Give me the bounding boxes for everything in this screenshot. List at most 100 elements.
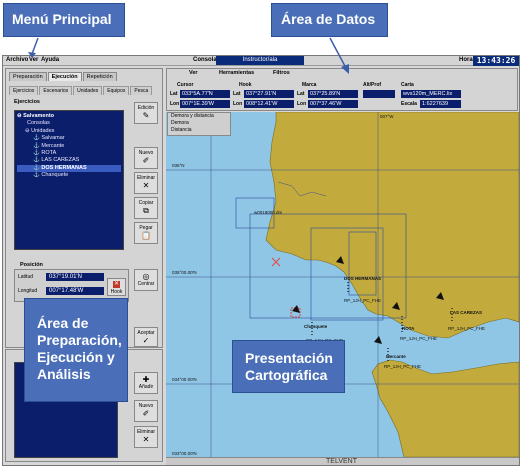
track-label: RP_1JH_PC_FHE (448, 326, 485, 331)
tree-item-label: ROTA (41, 150, 57, 157)
callout-prep-line: Análisis (37, 366, 91, 382)
hook-lon-field: 008°12.41'W (244, 100, 294, 108)
latitude-field[interactable]: 037°19.01'N (46, 273, 104, 281)
callout-presentacion-line: Presentación (245, 350, 333, 366)
pencil-icon: ✎ (142, 111, 150, 120)
mark-lon-label: Lon (297, 101, 307, 107)
tab-preparacion[interactable]: Preparación (9, 72, 47, 81)
hook-button-label: Hook (110, 289, 123, 295)
tree-item[interactable]: ⚓ Salvamar (17, 135, 121, 142)
tab-filtros[interactable]: Filtros (273, 70, 290, 76)
bearing-distance-title: Demora y distancia (171, 113, 214, 119)
callout-area-datos: Área de Datos (271, 3, 388, 37)
new-icon: ✐ (142, 409, 150, 418)
subtab-pesca[interactable]: Pesca (130, 86, 153, 95)
console-label: Consola (193, 57, 217, 63)
chart-display[interactable]: 036°N 035°00.00'N 034°00.00'N 033°00.00'… (166, 112, 519, 457)
delete-button[interactable]: Eliminar ✕ (134, 172, 158, 194)
callout-prep-line: Ejecución y (37, 349, 115, 365)
status-bar: TELVENT (166, 457, 519, 465)
brand-label: TELVENT (326, 458, 357, 465)
unit-name-label: LAS CAREZAS (450, 310, 482, 315)
ship-icon: ⚓ (33, 150, 40, 157)
cursor-lon-label: Lon (170, 101, 180, 107)
mark-lat-field: 037°25.89'N (308, 90, 358, 98)
close-icon: ✕ (113, 281, 120, 288)
hook-lat-field: 037°27.91'N (244, 90, 294, 98)
mark-label: Marca (302, 82, 317, 88)
accept-button[interactable]: Aceptar ✓ (134, 327, 158, 347)
tree-item[interactable]: ⚓ LAS CAREZAS (17, 157, 121, 164)
arrow-icon (329, 37, 349, 74)
paste-button[interactable]: Pegar 📋 (134, 222, 158, 244)
copy-button[interactable]: Copiar ⧉ (134, 197, 158, 219)
callout-presentacion: Presentación Cartográfica (232, 340, 345, 393)
longitude-field[interactable]: 007°17.48'W (46, 287, 104, 295)
ship-icon: ⚓ (33, 142, 40, 149)
subtab-unidades[interactable]: Unidades (73, 86, 103, 95)
application-window: Archivo Ver Ayuda Consola Instructor/ala… (2, 55, 520, 466)
subtab-ejercicios[interactable]: Ejercicios (9, 86, 39, 95)
callout-presentacion-line: Cartográfica (245, 367, 328, 383)
nautical-chart[interactable]: 036°N 035°00.00'N 034°00.00'N 033°00.00'… (166, 112, 519, 457)
lat-label: 034°00.00'N (172, 377, 197, 382)
unit-name-label: ROTA (402, 326, 415, 331)
callout-menu-principal-text: Menú Principal (12, 11, 112, 27)
hook-data-label: Hook (239, 82, 252, 88)
exercises-group-label: Ejercicios (14, 99, 40, 105)
bearing-label: Demora (171, 120, 189, 126)
subtab-escenarios[interactable]: Escenarios (39, 86, 73, 95)
new-icon: ✐ (142, 156, 150, 165)
ship-icon: ⚓ (33, 135, 40, 142)
tree-item[interactable]: ⊖ Salvamento (17, 113, 121, 120)
tree-item-label: DOS HERMANAS (41, 164, 87, 171)
lat-label: 036°N (172, 163, 185, 168)
lower-new-button[interactable]: Nuevo ✐ (134, 400, 158, 422)
tab-repeticion[interactable]: Repetición (82, 72, 117, 81)
unit-name-label: Chanquete (304, 324, 328, 329)
tree-item[interactable]: ⚓ Chanquete (17, 172, 121, 179)
center-button[interactable]: ◎ Centrar (134, 269, 158, 291)
altprof-label: Alt/Prof (363, 82, 382, 88)
edit-button[interactable]: Edición ✎ (134, 102, 158, 124)
main-tabs: Preparación Ejecución Repetición (9, 72, 118, 81)
target-icon: ◎ (142, 272, 150, 281)
add-button[interactable]: ✚ Añadir (134, 372, 158, 394)
latitude-label: Latitud (18, 274, 34, 280)
menu-archivo[interactable]: Archivo (6, 57, 28, 63)
sub-tabs: Ejercicios Escenarios Unidades Equipos P… (9, 86, 153, 95)
ship-icon: ⚓ (33, 157, 40, 164)
tree-item-label: Mercante (41, 142, 65, 149)
tree-item-label: Consolas (27, 120, 50, 127)
tree-item[interactable]: ⚓ Mercante (17, 143, 121, 150)
unit-name-label: Mercante (386, 354, 406, 359)
console-value: Instructor/ala (216, 56, 304, 65)
subtab-equipos[interactable]: Equipos (103, 86, 130, 95)
tree-item[interactable]: Consolas (17, 120, 121, 127)
exercise-tree[interactable]: ⊖ Salvamento Consolas ⊖ Unidades ⚓ Salva… (14, 110, 124, 250)
cursor-label: Cursor (177, 82, 194, 88)
cursor-lat-field: 033°5A.77'N (180, 90, 230, 98)
tree-item-label: Chanquete (41, 172, 69, 179)
unit-name-label: DOS HERMANAS (344, 276, 381, 281)
longitude-label: Longitud (18, 288, 38, 294)
lower-delete-button[interactable]: Eliminar ✕ (134, 426, 158, 448)
add-button-label: Añadir (138, 384, 154, 390)
tab-ver[interactable]: Ver (189, 70, 198, 76)
scale-field: 1:6227639 (420, 100, 461, 108)
ship-icon: ⚓ (33, 172, 40, 179)
tab-ejecucion[interactable]: Ejecución (47, 72, 82, 81)
close-icon: ✕ (142, 435, 150, 444)
tree-item-label: Salvamento (23, 113, 55, 119)
position-title: Posición (20, 262, 43, 268)
chart-label: Carta (401, 82, 414, 88)
scale-label: Escala (401, 101, 417, 107)
track-label: RP_1JH_PC_FHE (344, 298, 381, 303)
hook-button[interactable]: ✕ Hook (107, 278, 126, 296)
callout-area-preparacion: Área de Preparación, Ejecución y Análisi… (24, 298, 128, 402)
callout-prep-line: Área de (37, 315, 89, 331)
paste-icon: 📋 (141, 231, 151, 240)
main-menu-bar: Archivo Ver Ayuda Consola Instructor/ala… (3, 56, 519, 66)
tab-herramientas[interactable]: Herramientas (219, 70, 254, 76)
new-button[interactable]: Nuevo ✐ (134, 147, 158, 169)
